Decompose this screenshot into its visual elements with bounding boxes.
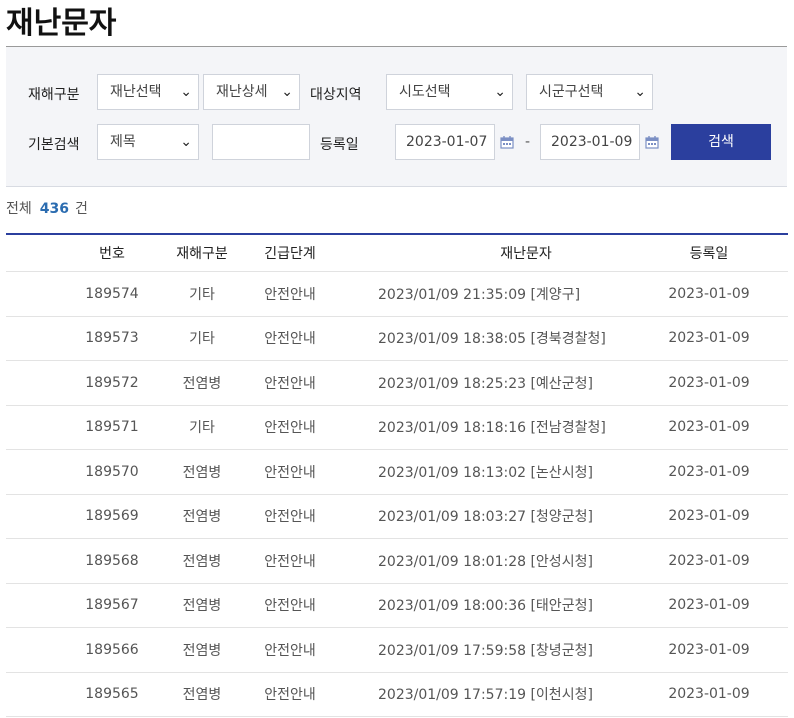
table-row[interactable]: 189573 기타 안전안내 2023/01/09 18:38:05 [경북경찰청] 2… [6, 317, 788, 361]
row-date: 2023-01-09 [668, 285, 750, 302]
disaster-type-label: 재해구분 [28, 87, 80, 103]
region-label: 대상지역 [310, 87, 362, 103]
row-number: 189568 [85, 552, 139, 569]
row-alert-level: 안전안내 [264, 509, 316, 526]
table-row[interactable]: 189566 전염병 안전안내 2023/01/09 17:59:58 [창녕군청] 2… [6, 628, 788, 673]
chevron-down-icon: ⌄ [180, 134, 192, 150]
row-disaster-type: 기타 [189, 331, 215, 348]
row-date: 2023-01-09 [668, 641, 750, 658]
total-prefix: 전체 [6, 201, 32, 217]
date-range-separator: - [525, 134, 531, 150]
row-number: 189573 [85, 330, 139, 347]
row-disaster-type: 전염병 [182, 464, 222, 481]
row-alert-level: 안전안내 [264, 598, 316, 615]
sido-select-value: 시도선택 [399, 84, 451, 100]
sigungu-select-value: 시군구선택 [539, 84, 604, 100]
table-row[interactable]: 189568 전염병 안전안내 2023/01/09 18:01:28 [안성시청] 2… [6, 539, 788, 584]
total-count: 전체 436 건 [6, 198, 88, 218]
date-from-input[interactable]: 2023-01-07 [395, 124, 495, 160]
table-body: 189574 기타 안전안내 2023/01/09 21:35:09 [계양구] 202… [6, 272, 788, 717]
header-level: 긴급단계 [264, 246, 316, 262]
row-disaster-type: 전염병 [182, 598, 222, 615]
row-disaster-type: 전염병 [182, 687, 222, 704]
row-date: 2023-01-09 [668, 552, 750, 569]
page-title: 재난문자 [6, 6, 117, 41]
calendar-icon[interactable] [500, 135, 514, 149]
basic-search-label: 기본검색 [28, 137, 80, 153]
table-row[interactable]: 189574 기타 안전안내 2023/01/09 21:35:09 [계양구] 202… [6, 272, 788, 317]
row-number: 189567 [85, 597, 139, 614]
table-row[interactable]: 189565 전염병 안전안내 2023/01/09 17:57:19 [이천시청] 2… [6, 673, 788, 717]
row-number: 189569 [85, 508, 139, 525]
row-alert-level: 안전안내 [264, 375, 316, 392]
disaster-detail-select[interactable]: 재난상세 ⌄ [203, 74, 300, 110]
chevron-down-icon: ⌄ [180, 84, 192, 100]
date-to-input[interactable]: 2023-01-09 [540, 124, 640, 160]
reg-date-label: 등록일 [320, 137, 359, 153]
row-alert-level: 안전안내 [264, 464, 316, 481]
table-row[interactable]: 189572 전염병 안전안내 2023/01/09 18:25:23 [예산군청] 2… [6, 361, 788, 406]
header-no: 번호 [99, 246, 125, 262]
row-number: 189572 [85, 374, 139, 391]
search-field-select[interactable]: 제목 ⌄ [97, 124, 199, 160]
table-row[interactable]: 189571 기타 안전안내 2023/01/09 18:18:16 [전남경찰청] 2… [6, 406, 788, 450]
disaster-detail-select-value: 재난상세 [216, 84, 268, 100]
row-number: 189574 [85, 285, 139, 302]
message-table: 번호 재해구분 긴급단계 재난문자 등록일 189574 기타 안전안내 2023/0… [6, 233, 788, 717]
sido-select[interactable]: 시도선택 ⌄ [386, 74, 513, 110]
row-date: 2023-01-09 [668, 597, 750, 614]
row-number: 189570 [85, 463, 139, 480]
row-date: 2023-01-09 [668, 419, 750, 436]
row-number: 189571 [85, 419, 139, 436]
row-alert-level: 안전안내 [264, 642, 316, 659]
table-row[interactable]: 189570 전염병 안전안내 2023/01/09 18:13:02 [논산시청] 2… [6, 450, 788, 495]
row-disaster-type: 전염병 [182, 509, 222, 526]
table-row[interactable]: 189567 전염병 안전안내 2023/01/09 18:00:36 [태안군청] 2… [6, 584, 788, 628]
row-alert-level: 안전안내 [264, 553, 316, 570]
total-suffix: 건 [75, 201, 88, 217]
row-disaster-type: 기타 [189, 420, 215, 437]
table-row[interactable]: 189569 전염병 안전안내 2023/01/09 18:03:27 [청양군청] 2… [6, 495, 788, 539]
row-number: 189565 [85, 686, 139, 703]
row-disaster-type: 기타 [189, 286, 215, 303]
row-alert-level: 안전안내 [264, 420, 316, 437]
search-panel: 재해구분 재난선택 ⌄ 재난상세 ⌄ 대상지역 시도선택 ⌄ 시군구선택 ⌄ 기… [6, 47, 787, 187]
header-type: 재해구분 [176, 246, 228, 262]
row-alert-level: 안전안내 [264, 687, 316, 704]
chevron-down-icon: ⌄ [634, 84, 646, 100]
row-date: 2023-01-09 [668, 330, 750, 347]
search-button[interactable]: 검색 [671, 124, 771, 160]
row-date: 2023-01-09 [668, 374, 750, 391]
sigungu-select[interactable]: 시군구선택 ⌄ [526, 74, 653, 110]
calendar-icon[interactable] [645, 135, 659, 149]
keyword-input[interactable] [212, 124, 310, 160]
total-count-value: 436 [39, 201, 69, 217]
chevron-down-icon: ⌄ [494, 84, 506, 100]
search-field-select-value: 제목 [110, 134, 136, 150]
row-date: 2023-01-09 [668, 463, 750, 480]
disaster-select-value: 재난선택 [110, 84, 162, 100]
row-number: 189566 [85, 641, 139, 658]
row-date: 2023-01-09 [668, 508, 750, 525]
row-alert-level: 안전안내 [264, 331, 316, 348]
header-date: 등록일 [689, 246, 729, 262]
disaster-select[interactable]: 재난선택 ⌄ [97, 74, 199, 110]
row-disaster-type: 전염병 [182, 642, 222, 659]
row-alert-level: 안전안내 [264, 286, 316, 303]
table-header-row: 번호 재해구분 긴급단계 재난문자 등록일 [6, 235, 788, 272]
chevron-down-icon: ⌄ [281, 84, 293, 100]
row-date: 2023-01-09 [668, 686, 750, 703]
row-disaster-type: 전염병 [182, 375, 222, 392]
row-disaster-type: 전염병 [182, 553, 222, 570]
